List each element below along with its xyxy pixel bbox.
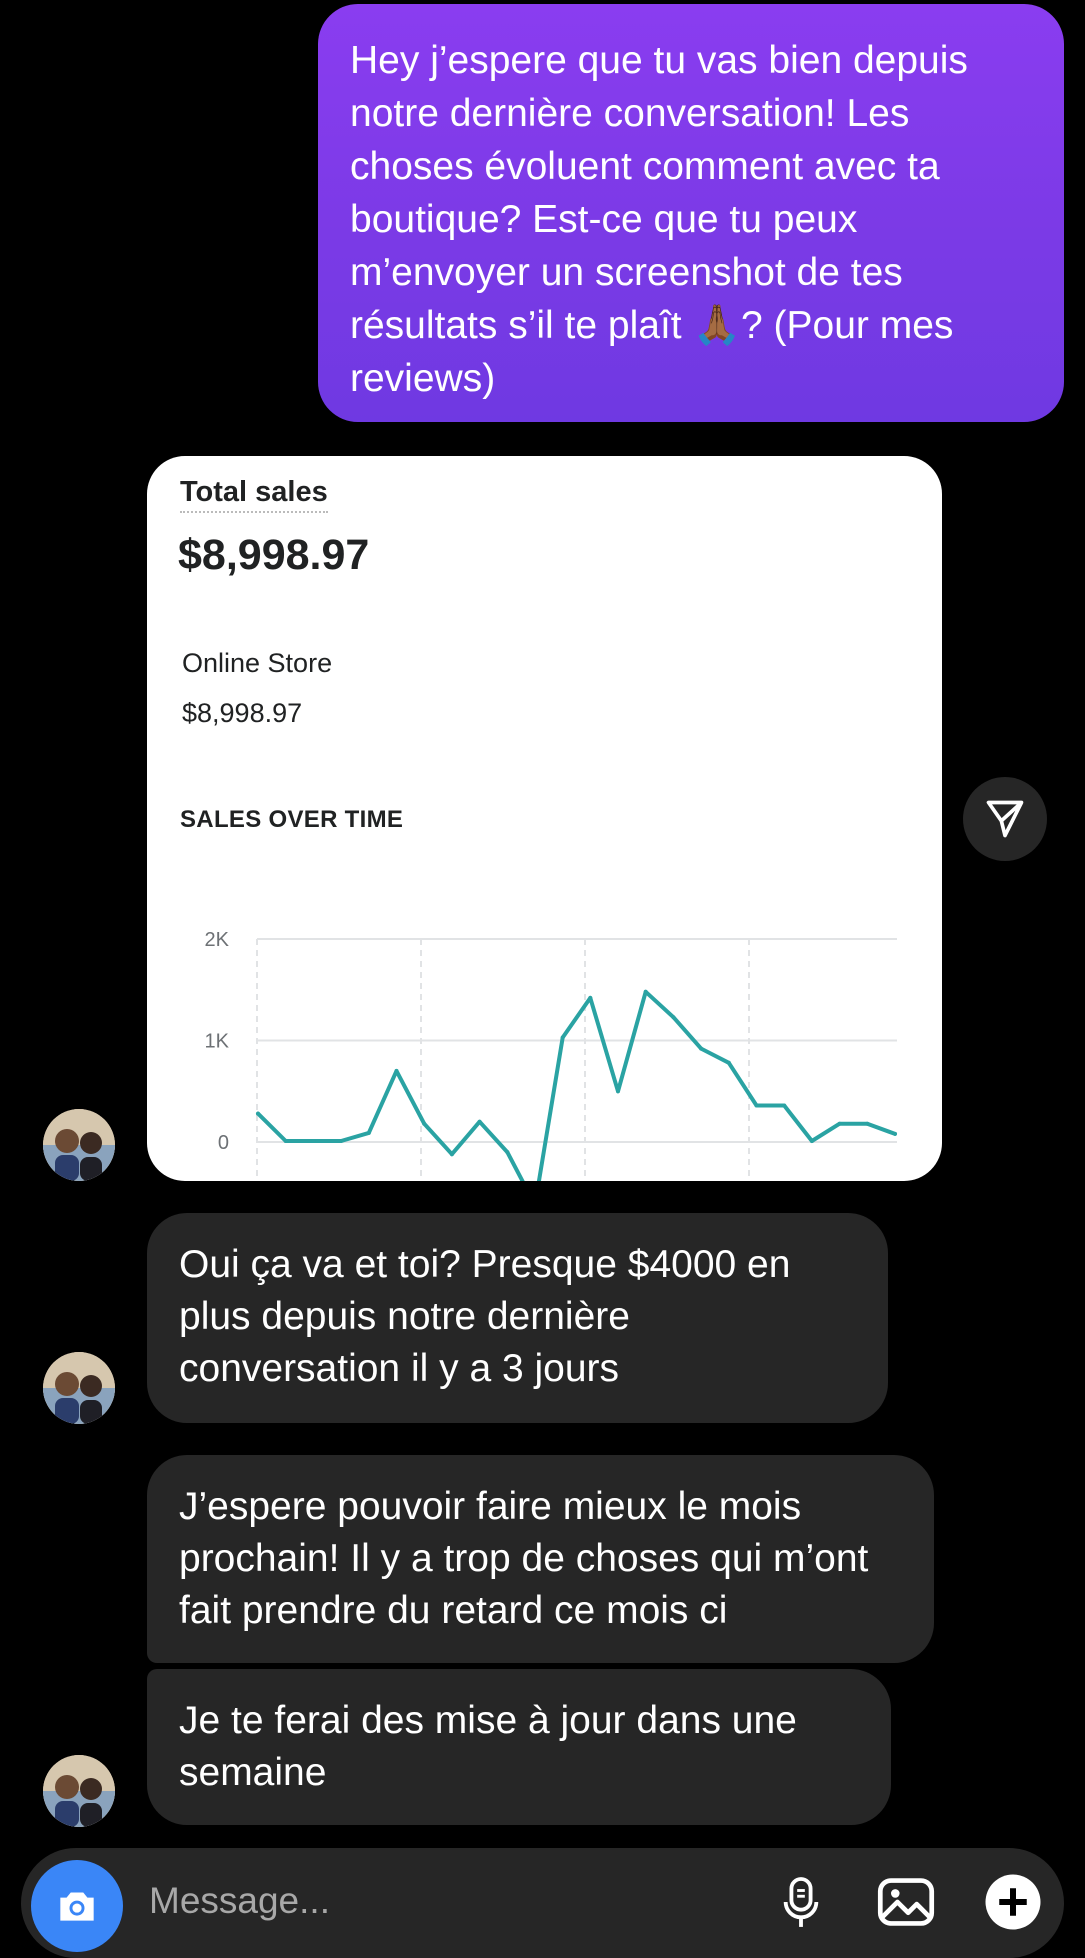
plus-circle-icon bbox=[985, 1874, 1041, 1930]
sales-data-point bbox=[865, 1121, 870, 1126]
sales-data-point bbox=[311, 1139, 316, 1143]
sales-data-point bbox=[366, 1130, 371, 1135]
sales-data-point bbox=[726, 1060, 731, 1065]
sales-data-point bbox=[560, 1035, 565, 1040]
incoming-message-bubble[interactable]: J’espere pouvoir faire mieux le mois pro… bbox=[147, 1455, 934, 1663]
outgoing-message-text: Hey j’espere que tu vas bien depuis notr… bbox=[350, 39, 968, 400]
image-gallery-icon bbox=[877, 1878, 935, 1926]
microphone-icon bbox=[783, 1877, 819, 1927]
camera-button[interactable] bbox=[31, 1860, 123, 1952]
sales-data-point bbox=[643, 989, 648, 994]
incoming-message-bubble[interactable]: Je te ferai des mise à jour dans une sem… bbox=[147, 1669, 891, 1825]
avatar[interactable] bbox=[43, 1109, 115, 1181]
message-composer bbox=[21, 1848, 1064, 1958]
incoming-message-text: Je te ferai des mise à jour dans une sem… bbox=[179, 1699, 797, 1794]
y-tick-label: 2K bbox=[205, 929, 230, 951]
sales-over-time-title: SALES OVER TIME bbox=[180, 806, 404, 833]
online-store-label: Online Store bbox=[182, 648, 333, 678]
shared-sales-screenshot[interactable]: Total sales $8,998.97 Online Store $8,99… bbox=[147, 456, 942, 1181]
sales-data-point bbox=[256, 1111, 260, 1116]
incoming-message-bubble[interactable]: Oui ça va et toi? Presque $4000 en plus … bbox=[147, 1213, 888, 1423]
sales-data-point bbox=[671, 1015, 676, 1020]
sales-data-point bbox=[505, 1150, 510, 1155]
sales-data-point bbox=[893, 1131, 897, 1136]
sales-data-point bbox=[782, 1103, 787, 1108]
avatar[interactable] bbox=[43, 1352, 115, 1424]
total-sales-title: Total sales bbox=[180, 476, 328, 513]
sales-data-point bbox=[422, 1121, 427, 1126]
sales-data-point bbox=[588, 995, 593, 1000]
avatar-photo-icon bbox=[43, 1755, 115, 1827]
add-button[interactable] bbox=[983, 1872, 1043, 1932]
sales-data-point bbox=[809, 1139, 814, 1143]
camera-icon bbox=[60, 1892, 94, 1921]
online-store-value: $8,998.97 bbox=[182, 698, 303, 728]
sales-data-point bbox=[477, 1119, 482, 1124]
paper-plane-icon bbox=[986, 800, 1024, 838]
sales-data-point bbox=[283, 1139, 288, 1143]
sales-data-point bbox=[616, 1089, 620, 1094]
sales-data-point bbox=[754, 1103, 759, 1108]
message-input[interactable] bbox=[147, 1870, 631, 1932]
outgoing-message-bubble[interactable]: Hey j’espere que tu vas bien depuis notr… bbox=[318, 4, 1064, 422]
sales-data-point bbox=[699, 1046, 704, 1051]
incoming-message-text: J’espere pouvoir faire mieux le mois pro… bbox=[179, 1485, 869, 1632]
total-sales-value: $8,998.97 bbox=[178, 531, 370, 579]
y-tick-label: 1K bbox=[205, 1031, 230, 1053]
gallery-button[interactable] bbox=[876, 1872, 936, 1932]
y-tick-label: 0 bbox=[218, 1132, 229, 1154]
sales-data-point bbox=[394, 1068, 399, 1073]
sales-over-time-chart: 2K 1K 0 bbox=[205, 929, 897, 1181]
avatar-photo-icon bbox=[43, 1352, 115, 1424]
incoming-message-text: Oui ça va et toi? Presque $4000 en plus … bbox=[179, 1243, 791, 1390]
forward-button[interactable] bbox=[963, 777, 1047, 861]
sales-data-point bbox=[837, 1121, 842, 1126]
sales-series-line bbox=[256, 989, 897, 1181]
sales-data-point bbox=[449, 1152, 454, 1157]
microphone-button[interactable] bbox=[771, 1872, 831, 1932]
sales-data-point bbox=[339, 1139, 344, 1143]
avatar-photo-icon bbox=[43, 1109, 115, 1181]
avatar[interactable] bbox=[43, 1755, 115, 1827]
